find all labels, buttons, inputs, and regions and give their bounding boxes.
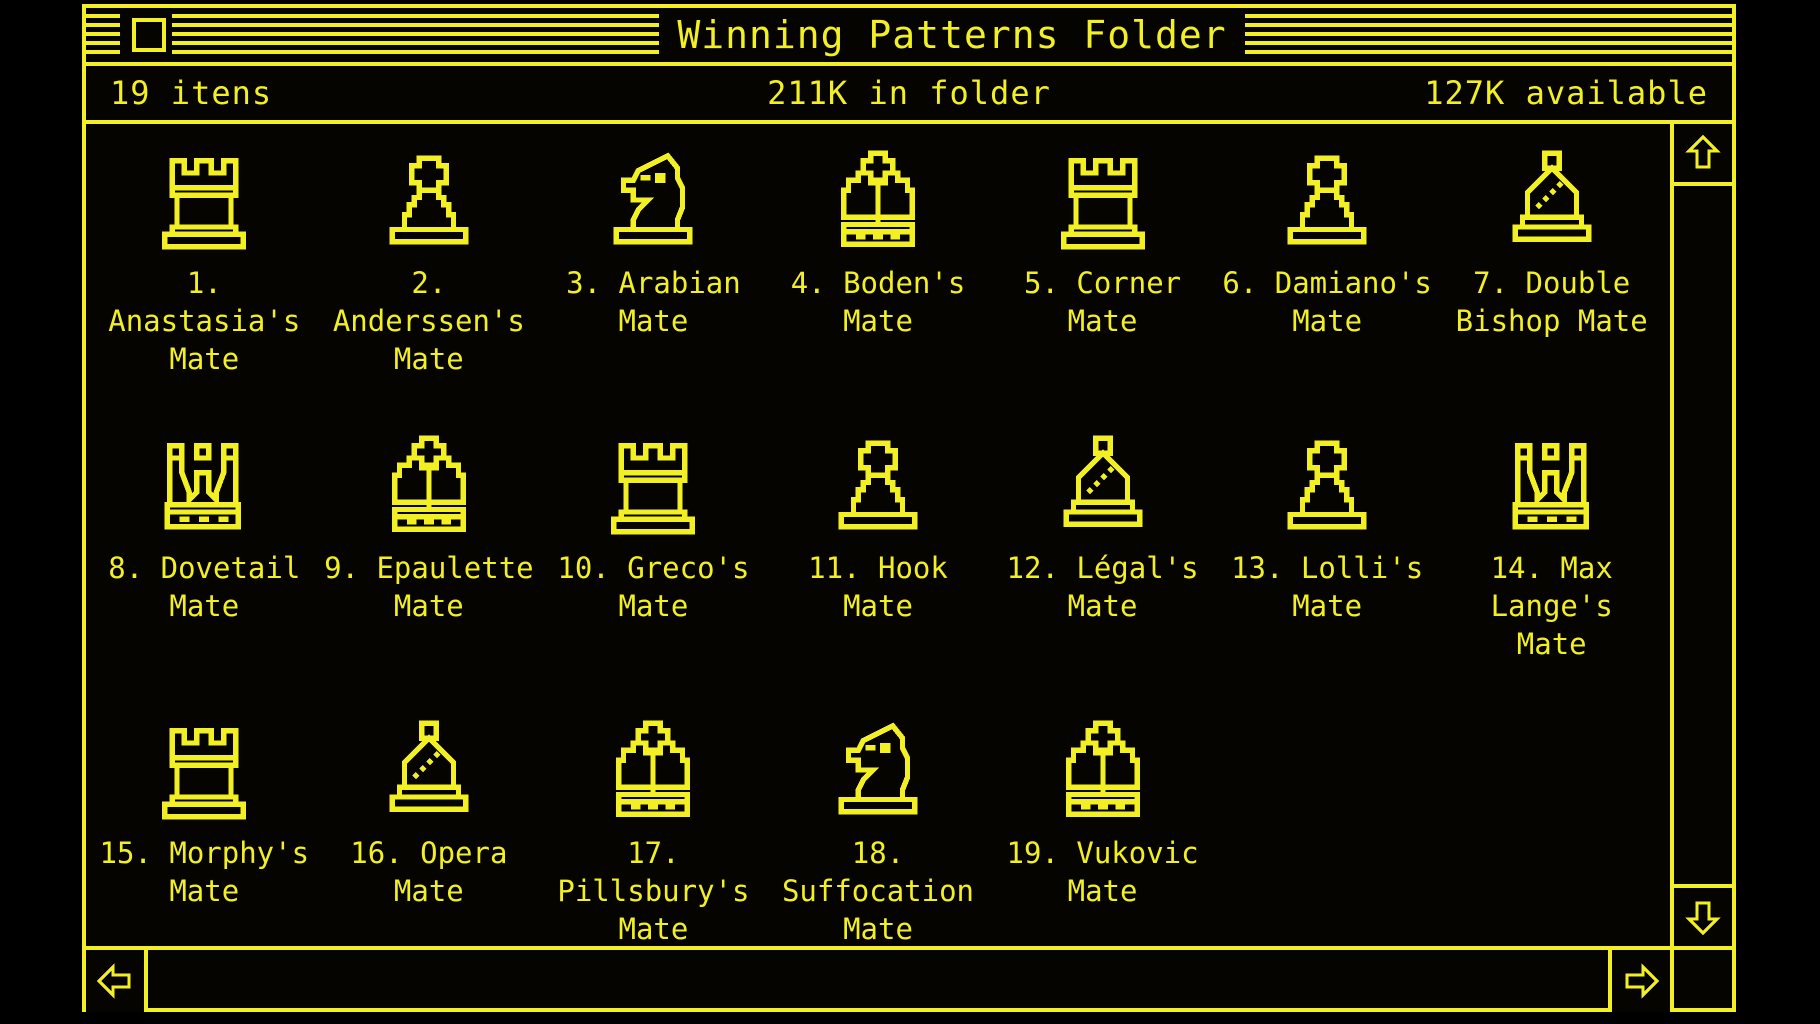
folder-item-label: 15. Morphy's Mate [99, 836, 310, 908]
vertical-scroll-track[interactable] [1674, 186, 1732, 884]
folder-item[interactable]: 8. Dovetail Mate [92, 423, 317, 625]
folder-item-label: 9. Epaulette Mate [324, 551, 534, 623]
folder-item-label: 16. Opera Mate [350, 836, 508, 908]
available-label: 127K available [1424, 74, 1708, 112]
folder-item[interactable]: 12. Légal's Mate [990, 423, 1215, 625]
queen-icon[interactable] [149, 431, 259, 539]
folder-item[interactable]: 1. Anastasia's Mate [92, 138, 317, 378]
folder-item-label: 5. Corner Mate [1023, 266, 1182, 338]
folder-item-label: 3. Arabian Mate [566, 266, 741, 338]
folder-item[interactable]: 14. Max Lange's Mate [1439, 423, 1664, 663]
title-stripes-mid [172, 14, 660, 56]
scroll-up-arrow-icon[interactable] [1674, 124, 1732, 186]
folder-item[interactable]: 7. Double Bishop Mate [1439, 138, 1664, 340]
icon-pane[interactable]: 1. Anastasia's Mate 2. Anderssen's Mate 3.… [86, 124, 1670, 946]
close-box-icon[interactable] [132, 18, 166, 52]
folder-item-label: 2. Anderssen's Mate [332, 266, 525, 376]
title-bar[interactable]: Winning Patterns Folder [86, 8, 1732, 66]
horizontal-scrollbar[interactable] [86, 946, 1732, 1012]
folder-item[interactable]: 16. Opera Mate [317, 708, 542, 910]
bishop-icon[interactable] [374, 716, 484, 824]
folder-item[interactable]: 3. Arabian Mate [541, 138, 766, 340]
bishop-icon[interactable] [1497, 146, 1607, 254]
pawn-icon[interactable] [1272, 146, 1382, 254]
rook-icon[interactable] [149, 146, 259, 254]
rook-icon[interactable] [598, 431, 708, 539]
item-count-label: 19 itens [110, 74, 273, 112]
folder-item[interactable]: 15. Morphy's Mate [92, 708, 317, 910]
scroll-down-arrow-icon[interactable] [1674, 884, 1732, 946]
folder-item[interactable]: 17. Pillsbury's Mate [541, 708, 766, 946]
resize-corner[interactable] [1670, 950, 1732, 1008]
icon-grid: 1. Anastasia's Mate 2. Anderssen's Mate 3.… [92, 138, 1664, 946]
folder-item[interactable]: 2. Anderssen's Mate [317, 138, 542, 378]
title-stripes-right [1244, 14, 1732, 56]
folder-item-label: 7. Double Bishop Mate [1455, 266, 1648, 338]
folder-window: Winning Patterns Folder 19 itens 211K in… [82, 4, 1736, 1012]
folder-item[interactable]: 18. Suffocation Mate [766, 708, 991, 946]
bishop-icon[interactable] [1048, 431, 1158, 539]
folder-item-label: 14. Max Lange's Mate [1490, 551, 1613, 661]
folder-item-label: 4. Boden's Mate [790, 266, 966, 338]
scroll-left-arrow-icon[interactable] [86, 950, 148, 1012]
folder-item[interactable]: 4. Boden's Mate [766, 138, 991, 340]
rook-icon[interactable] [1048, 146, 1158, 254]
king-icon[interactable] [598, 716, 708, 824]
folder-item[interactable]: 11. Hook Mate [766, 423, 991, 625]
folder-size-label: 211K in folder [767, 74, 1051, 112]
folder-item[interactable]: 10. Greco's Mate [541, 423, 766, 625]
scroll-right-arrow-icon[interactable] [1608, 950, 1670, 1012]
folder-item-label: 11. Hook Mate [808, 551, 948, 623]
king-icon[interactable] [1048, 716, 1158, 824]
folder-item-label: 13. Lolli's Mate [1231, 551, 1424, 623]
folder-item-label: 19. Vukovic Mate [1006, 836, 1199, 908]
folder-item-label: 1. Anastasia's Mate [108, 266, 301, 376]
horizontal-scroll-track[interactable] [148, 950, 1608, 1008]
rook-icon[interactable] [149, 716, 259, 824]
folder-item[interactable]: 13. Lolli's Mate [1215, 423, 1440, 625]
vertical-scrollbar[interactable] [1670, 124, 1732, 946]
folder-item-label: 18. Suffocation Mate [781, 836, 975, 946]
folder-item-label: 10. Greco's Mate [557, 551, 750, 623]
king-icon[interactable] [823, 146, 933, 254]
knight-icon[interactable] [598, 146, 708, 254]
pawn-icon[interactable] [1272, 431, 1382, 539]
folder-item[interactable]: 19. Vukovic Mate [990, 708, 1215, 910]
pawn-icon[interactable] [823, 431, 933, 539]
folder-item[interactable]: 6. Damiano's Mate [1215, 138, 1440, 340]
folder-item[interactable]: 9. Epaulette Mate [317, 423, 542, 625]
folder-item-label: 12. Légal's Mate [1006, 551, 1199, 623]
pawn-icon[interactable] [374, 146, 484, 254]
window-title: Winning Patterns Folder [677, 13, 1227, 57]
folder-item-label: 6. Damiano's Mate [1222, 266, 1432, 338]
king-icon[interactable] [374, 431, 484, 539]
folder-item-label: 8. Dovetail Mate [108, 551, 301, 623]
folder-item-label: 17. Pillsbury's Mate [557, 836, 750, 946]
folder-item[interactable]: 5. Corner Mate [990, 138, 1215, 340]
info-bar: 19 itens 211K in folder 127K available [86, 66, 1732, 124]
window-body: 1. Anastasia's Mate 2. Anderssen's Mate 3.… [86, 124, 1732, 946]
queen-icon[interactable] [1497, 431, 1607, 539]
title-stripes-left [86, 14, 120, 56]
knight-icon[interactable] [823, 716, 933, 824]
